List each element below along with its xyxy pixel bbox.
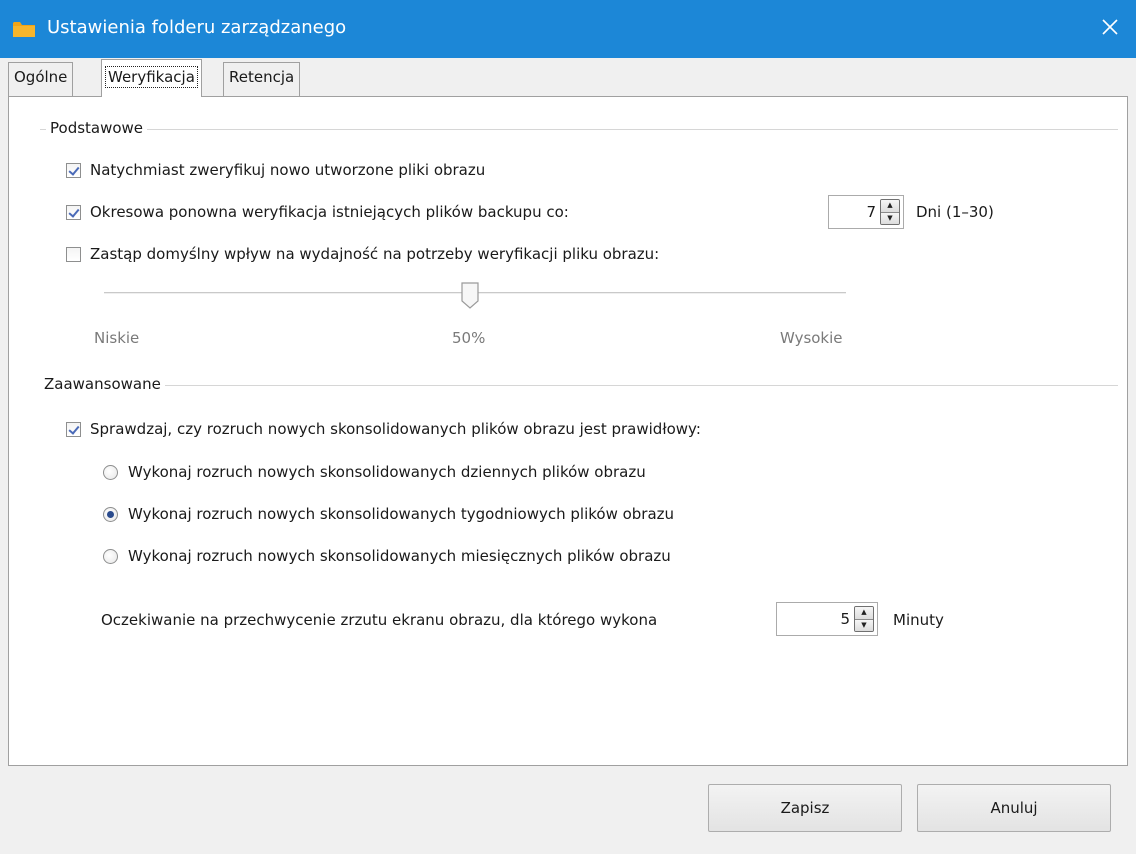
verify-new-checkbox[interactable] — [66, 162, 81, 178]
boot-weekly-radio[interactable] — [103, 506, 118, 522]
boot-monthly-radio[interactable] — [103, 548, 118, 564]
performance-slider-thumb[interactable] — [459, 282, 481, 309]
tab-retencja[interactable]: Retencja — [223, 62, 301, 96]
window-title: Ustawienia folderu zarządzanego — [47, 17, 347, 38]
boot-monthly-option[interactable]: Wykonaj rozruch nowych skonsolidowanych … — [103, 546, 671, 566]
folder-icon — [13, 21, 35, 38]
minutes-stepper[interactable]: 5 ▲ ▼ — [776, 602, 878, 636]
override-checkbox[interactable] — [66, 246, 81, 262]
boot-check-label: Sprawdzaj, czy rozruch nowych skonsolido… — [90, 420, 701, 438]
cancel-button[interactable]: Anuluj — [917, 784, 1111, 832]
advanced-group-label: Zaawansowane — [40, 374, 165, 394]
boot-daily-option[interactable]: Wykonaj rozruch nowych skonsolidowanych … — [103, 462, 646, 482]
boot-monthly-label: Wykonaj rozruch nowych skonsolidowanych … — [128, 547, 671, 565]
override-row[interactable]: Zastąp domyślny wpływ na wydajność na po… — [66, 244, 659, 264]
save-button[interactable]: Zapisz — [708, 784, 902, 832]
settings-dialog: Ustawienia folderu zarządzanego Ogólne W… — [0, 0, 1136, 854]
close-button[interactable] — [1084, 0, 1136, 58]
slider-high-label: Wysokie — [780, 329, 843, 347]
wait-label: Oczekiwanie na przechwycenie zrzutu ekra… — [101, 611, 658, 629]
boot-daily-radio[interactable] — [103, 464, 118, 480]
days-stepper[interactable]: 7 ▲ ▼ — [828, 195, 904, 229]
advanced-group-divider — [40, 385, 1118, 386]
days-down-arrow-icon[interactable]: ▼ — [881, 212, 899, 224]
boot-check-checkbox[interactable] — [66, 421, 81, 437]
tab-ogolne-label: Ogólne — [14, 68, 68, 86]
slider-low-label: Niskie — [94, 329, 140, 347]
boot-daily-label: Wykonaj rozruch nowych skonsolidowanych … — [128, 463, 646, 481]
minutes-spin-buttons: ▲ ▼ — [854, 606, 874, 632]
minutes-unit-label: Minuty — [893, 611, 944, 629]
tab-retencja-label: Retencja — [229, 68, 295, 86]
boot-weekly-option[interactable]: Wykonaj rozruch nowych skonsolidowanych … — [103, 504, 674, 524]
minutes-up-arrow-icon[interactable]: ▲ — [855, 607, 873, 620]
days-spin-buttons: ▲ ▼ — [880, 199, 900, 225]
slider-mid-label: 50% — [452, 329, 486, 347]
tab-weryfikacja[interactable]: Weryfikacja — [101, 59, 202, 97]
minutes-down-arrow-icon[interactable]: ▼ — [855, 619, 873, 631]
basic-group-divider — [40, 129, 1118, 130]
cancel-button-label: Anuluj — [990, 799, 1038, 817]
boot-check-row[interactable]: Sprawdzaj, czy rozruch nowych skonsolido… — [66, 419, 701, 439]
close-icon — [1102, 19, 1118, 39]
override-label: Zastąp domyślny wpływ na wydajność na po… — [90, 245, 660, 263]
tab-weryfikacja-label: Weryfikacja — [105, 66, 198, 88]
verify-new-label: Natychmiast zweryfikuj nowo utworzone pl… — [90, 161, 486, 179]
days-up-arrow-icon[interactable]: ▲ — [881, 200, 899, 213]
tab-ogolne[interactable]: Ogólne — [8, 62, 74, 96]
periodic-verify-checkbox[interactable] — [66, 204, 81, 220]
periodic-verify-label: Okresowa ponowna weryfikacja istniejącyc… — [90, 203, 569, 221]
days-unit-label: Dni (1–30) — [916, 203, 994, 221]
boot-weekly-label: Wykonaj rozruch nowych skonsolidowanych … — [128, 505, 675, 523]
days-value[interactable]: 7 — [829, 203, 880, 221]
periodic-verify-row[interactable]: Okresowa ponowna weryfikacja istniejącyc… — [66, 202, 569, 222]
save-button-label: Zapisz — [780, 799, 830, 817]
verify-new-row[interactable]: Natychmiast zweryfikuj nowo utworzone pl… — [66, 160, 485, 180]
minutes-value[interactable]: 5 — [777, 610, 854, 628]
title-bar: Ustawienia folderu zarządzanego — [0, 0, 1136, 58]
basic-group-label: Podstawowe — [46, 118, 148, 138]
